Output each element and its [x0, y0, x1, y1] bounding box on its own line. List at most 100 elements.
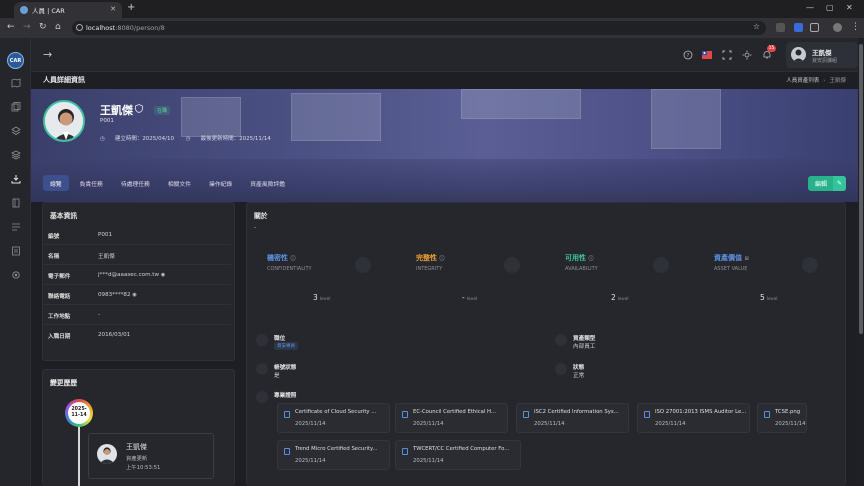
cert-name: TWCERT/CC Certified Computer Fo... [413, 446, 510, 452]
show-eye-icon[interactable]: ◉ [132, 292, 136, 298]
confidentiality-icon [355, 257, 371, 273]
scrollbar-thumb[interactable] [859, 44, 863, 334]
url-input[interactable]: localhost:8080/person/8 ☆ [72, 21, 766, 35]
minimize-icon[interactable]: — [806, 3, 814, 12]
tab-responsible-tasks[interactable]: 負責任務 [73, 175, 110, 191]
help-icon[interactable]: ? [683, 50, 693, 60]
cert-name: ISC2 Certified Information Sys... [534, 409, 619, 415]
language-flag-icon[interactable] [702, 50, 712, 60]
cert-name: EC-Council Certified Ethical H... [413, 409, 496, 415]
cert-item[interactable]: EC-Council Certified Ethical H... 2025/1… [395, 403, 508, 433]
info-icon[interactable]: ⓘ [290, 256, 295, 262]
cert-date: 2025/11/14 [295, 458, 326, 464]
info-label: 工作地點 [48, 314, 71, 320]
verified-shield-icon [135, 104, 143, 113]
edit-button[interactable]: 編輯 ✎ [808, 176, 846, 191]
page-scrollbar[interactable] [858, 38, 864, 486]
extension-icon[interactable] [776, 23, 785, 32]
file-icon[interactable] [10, 245, 21, 256]
book-icon[interactable] [10, 197, 21, 208]
info-icon[interactable]: ⓘ [439, 256, 444, 262]
tab-risk-assessment[interactable]: 資產風險評鑑 [243, 175, 292, 191]
fullscreen-icon[interactable] [722, 50, 732, 60]
asset-type-value: 內部員工 [573, 344, 596, 350]
cia-level-unit: level [466, 297, 478, 302]
history-card[interactable]: 王凱傑 資產更新 上午10:53:51 [88, 433, 214, 479]
info-row: 入職日期 2016/03/01 [44, 325, 231, 345]
cert-item[interactable]: TWCERT/CC Certified Computer Fo... 2025/… [395, 440, 521, 470]
document-icon [402, 411, 408, 418]
cert-item[interactable]: Trend Micro Certified Security... 2025/1… [277, 440, 390, 470]
download-icon[interactable] [10, 173, 21, 184]
cia-name-text: 機密性 [267, 254, 288, 262]
theme-sun-icon[interactable] [742, 50, 752, 60]
cia-name-text: 資產價值 [714, 254, 742, 262]
tab-operation-log[interactable]: 操作紀錄 [202, 175, 239, 191]
status-value: 正常 [573, 373, 585, 379]
info-value: P001 [98, 232, 113, 238]
favicon-icon [20, 6, 28, 14]
new-tab-icon[interactable]: + [127, 2, 135, 13]
cert-item[interactable]: ISO 27001:2013 ISMS Auditor Le... 2025/1… [637, 403, 750, 433]
app-logo[interactable]: CAR [7, 52, 24, 69]
info-icon[interactable]: ⊞ [744, 256, 748, 262]
document-icon [402, 448, 408, 455]
breadcrumb-current: 王凱傑 [829, 78, 846, 84]
cert-item[interactable]: ISC2 Certified Information Sys... 2025/1… [516, 403, 629, 433]
list-icon[interactable] [10, 221, 21, 232]
banner-decor [291, 93, 381, 141]
tab-related-documents[interactable]: 相關文件 [161, 175, 198, 191]
extensions-puzzle-icon[interactable] [810, 23, 819, 32]
home-icon[interactable]: ⌂ [55, 22, 61, 32]
phone-value: 0983****82 [98, 292, 131, 298]
notification-badge: 15 [767, 45, 776, 52]
close-tab-icon[interactable]: ✕ [110, 5, 116, 13]
tab-overview[interactable]: 總覽 [43, 175, 69, 191]
briefcase-icon [256, 334, 268, 346]
user-menu[interactable]: 王凱傑 資安訊課組 [786, 42, 858, 68]
browser-menu-icon[interactable]: ⋮ [851, 22, 860, 32]
document-icon [284, 448, 290, 455]
reload-icon[interactable]: ↻ [39, 22, 47, 32]
map-icon[interactable] [10, 77, 21, 88]
cert-item[interactable]: Certificate of Cloud Security ... 2025/1… [277, 403, 390, 433]
browser-tab[interactable]: 人員 | CAR ✕ [14, 2, 122, 18]
tab-pending-tasks[interactable]: 待處理任務 [114, 175, 157, 191]
address-bar: ← → ↻ ⌂ localhost:8080/person/8 ☆ ⋮ [0, 18, 864, 38]
asset-type-field: 資產類型 內部員工 [555, 334, 755, 354]
info-value: 0983****82 ◉ [98, 292, 137, 298]
info-value: 2016/03/01 [98, 332, 131, 338]
cia-name-text: 完整性 [416, 254, 437, 262]
cia-name-text: 可用性 [565, 254, 586, 262]
maximize-icon[interactable]: ▢ [826, 3, 834, 12]
breadcrumb-link[interactable]: 人員資產列表 [786, 78, 819, 84]
cert-item[interactable]: TCSE.png 2025/11/14 [757, 403, 807, 433]
profile-icon[interactable] [833, 23, 842, 32]
bookmark-star-icon[interactable]: ☆ [753, 22, 760, 31]
show-eye-icon[interactable]: ◉ [161, 272, 165, 278]
cia-level-unit: level [617, 297, 629, 302]
banner-decor [461, 89, 581, 119]
extension-icon[interactable] [794, 23, 803, 32]
layers-icon[interactable] [10, 125, 21, 136]
forward-icon[interactable]: → [23, 22, 31, 32]
back-icon[interactable]: ← [7, 22, 15, 32]
history-title: 變更歷歷 [50, 379, 78, 387]
site-info-icon[interactable] [76, 24, 83, 31]
asset-type-icon [555, 334, 567, 346]
certs-label: 專業證照 [274, 393, 297, 399]
close-window-icon[interactable]: ✕ [846, 3, 853, 12]
info-icon[interactable]: ⓘ [588, 256, 593, 262]
copy-icon[interactable] [10, 101, 21, 112]
expand-sidebar-icon[interactable]: → [43, 48, 52, 61]
gear-icon[interactable] [10, 269, 21, 280]
clock-icon: ◷ [100, 136, 105, 142]
info-label: 名稱 [48, 254, 60, 260]
timeline-date-marker: 2025-11-14 [65, 399, 93, 427]
banner-decor [181, 97, 241, 137]
document-icon [764, 411, 770, 418]
basic-info-panel: 基本資訊 編號 P001 名稱 王凱傑 電子郵件 j***d@aaasec.co… [42, 202, 235, 361]
layers-stack-icon[interactable] [10, 149, 21, 160]
info-value: j***d@aaasec.com.tw ◉ [98, 272, 165, 278]
cia-level-value: 5 [760, 293, 765, 302]
